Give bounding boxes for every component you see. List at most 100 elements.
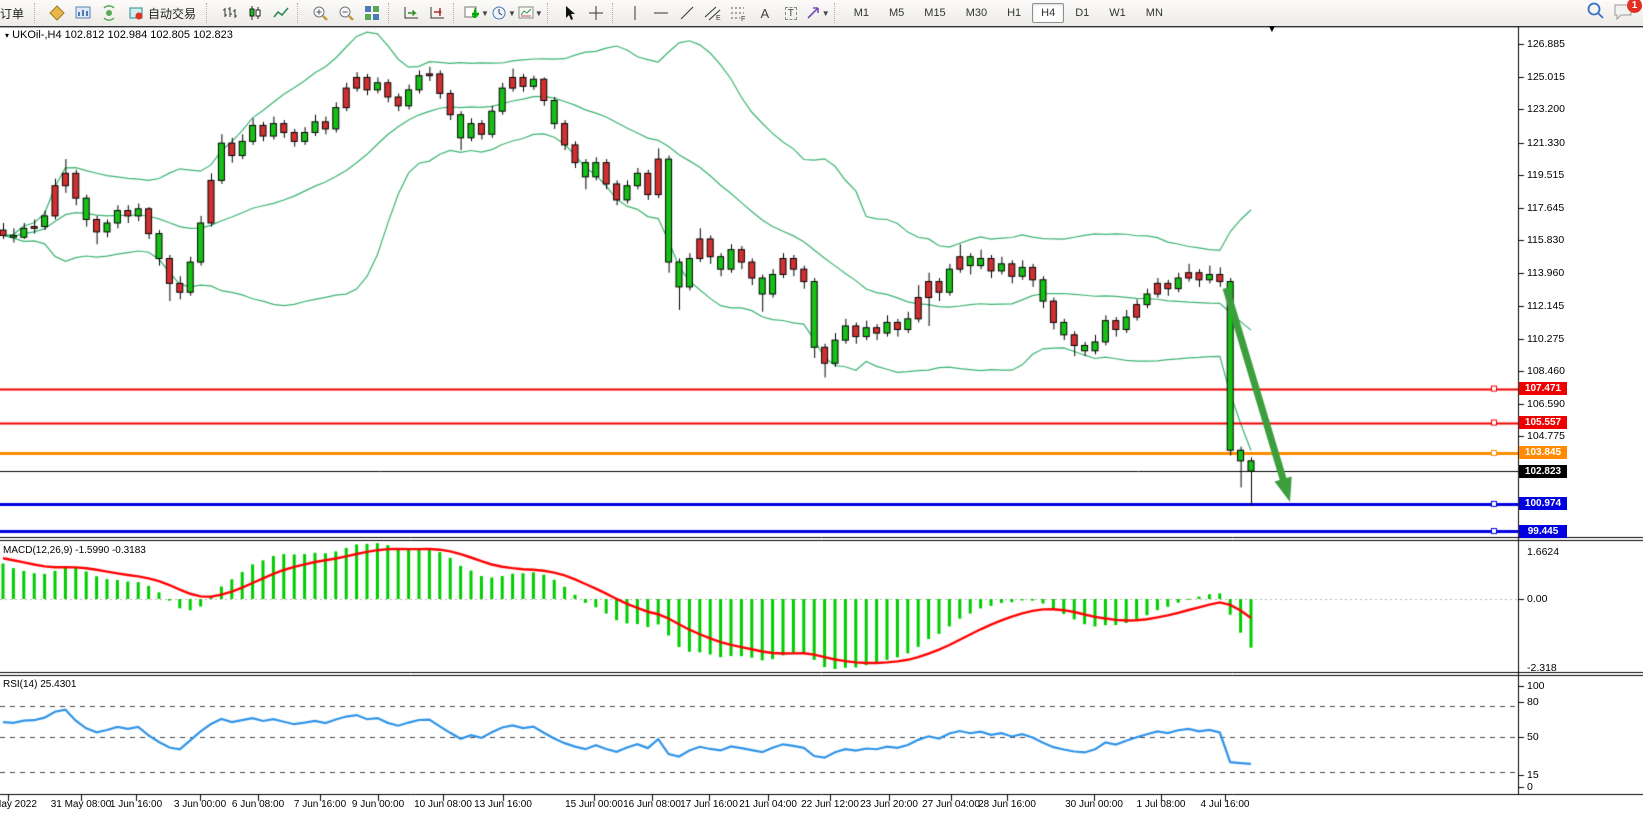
toolbar-separator — [206, 3, 213, 23]
text-icon[interactable]: A — [753, 2, 777, 24]
price-axis-tick: 112.145 — [1527, 300, 1564, 312]
time-axis-label: 22 Jun 12:00 — [801, 799, 859, 810]
auto-scroll-icon[interactable] — [399, 2, 423, 24]
price-axis-tick: 117.645 — [1527, 202, 1564, 214]
arrows-tool-icon[interactable]: ▼ — [805, 2, 830, 24]
chevron-down-icon: ▼ — [508, 9, 516, 18]
price-axis-tick: 104.775 — [1527, 430, 1565, 442]
chevron-down-icon: ▼ — [535, 9, 543, 18]
time-axis-label: 10 Jun 08:00 — [414, 799, 472, 810]
price-axis-tick: 113.960 — [1527, 267, 1564, 279]
price-line-label[interactable]: 99.445 — [1519, 525, 1567, 538]
rsi-axis-tick: 80 — [1527, 696, 1539, 708]
price-line-label[interactable]: 103.845 — [1519, 446, 1567, 459]
main-toolbar: 订单 自动交易 — [0, 0, 1643, 26]
toolbar-separator — [34, 3, 41, 23]
timeframe-m1[interactable]: M1 — [845, 3, 878, 23]
autotrading-icon — [129, 6, 144, 21]
symbol-menu-arrow[interactable]: ▾ — [5, 31, 9, 40]
time-axis-label: 1 Jul 08:00 — [1137, 799, 1186, 810]
toolbar-separator — [834, 3, 841, 23]
price-axis-tick: 125.015 — [1527, 71, 1565, 83]
trendline-icon[interactable] — [675, 2, 699, 24]
time-axis-label: 7 Jun 16:00 — [294, 799, 346, 810]
time-axis-label: 27 May 2022 — [0, 799, 37, 810]
time-axis-label: 21 Jun 04:00 — [739, 799, 797, 810]
candlestick-chart-icon[interactable] — [243, 2, 267, 24]
zoom-in-icon[interactable] — [308, 2, 332, 24]
toolbar-separator — [547, 3, 554, 23]
rsi-axis-tick: 100 — [1527, 680, 1545, 692]
equidistant-channel-icon[interactable]: E — [701, 2, 725, 24]
time-axis-label: 1 Jun 16:00 — [110, 799, 162, 810]
time-axis-label: 30 Jun 00:00 — [1065, 799, 1123, 810]
autotrading-button[interactable]: 自动交易 — [123, 0, 202, 26]
macd-axis-tick: 1.6624 — [1527, 546, 1559, 558]
time-axis-label: 23 Jun 20:00 — [860, 799, 918, 810]
toolbar-separator — [453, 3, 460, 23]
price-axis-tick: 110.275 — [1527, 333, 1564, 345]
price-line-label[interactable]: 105.557 — [1519, 416, 1567, 429]
price-line-label[interactable]: 102.823 — [1519, 465, 1567, 478]
bar-chart-icon[interactable] — [217, 2, 241, 24]
price-axis-tick: 121.330 — [1527, 137, 1565, 149]
timeframe-m30[interactable]: M30 — [957, 3, 996, 23]
timeframe-d1[interactable]: D1 — [1066, 3, 1098, 23]
price-line-label[interactable]: 107.471 — [1519, 382, 1567, 395]
price-line-label[interactable]: 100.974 — [1519, 497, 1567, 510]
timeframe-m5[interactable]: M5 — [880, 3, 913, 23]
period-button[interactable]: ▼ — [491, 2, 516, 24]
template-button[interactable]: ▼ — [518, 2, 543, 24]
time-axis-label: 4 Jul 16:00 — [1201, 799, 1250, 810]
new-order-button[interactable]: 订单 — [0, 0, 30, 26]
chart-shift-icon[interactable] — [425, 2, 449, 24]
price-axis-tick: 123.200 — [1527, 103, 1565, 115]
price-axis-tick: 106.590 — [1527, 398, 1565, 410]
rsi-label: RSI(14) 25.4301 — [3, 679, 76, 690]
notification-badge: 1 — [1627, 0, 1642, 13]
search-icon[interactable] — [1586, 1, 1605, 25]
price-axis-tick: 126.885 — [1527, 38, 1565, 50]
timeframe-w1[interactable]: W1 — [1100, 3, 1135, 23]
fibonacci-icon[interactable]: F — [727, 2, 751, 24]
timeframe-h4[interactable]: H4 — [1032, 3, 1064, 23]
line-chart-icon[interactable] — [269, 2, 293, 24]
timeframe-mn[interactable]: MN — [1137, 3, 1172, 23]
macd-axis-tick: -2.318 — [1527, 662, 1557, 674]
zoom-out-icon[interactable] — [334, 2, 358, 24]
new-chart-button[interactable]: ▼ — [464, 2, 489, 24]
time-axis-label: 31 May 08:00 — [51, 799, 112, 810]
time-axis-label: 9 Jun 00:00 — [352, 799, 404, 810]
market-watch-icon[interactable] — [45, 2, 69, 24]
time-axis-label: 6 Jun 08:00 — [232, 799, 284, 810]
horizontal-line-icon[interactable] — [649, 2, 673, 24]
chart-shift-marker[interactable]: ▼ — [1267, 25, 1277, 35]
timeframe-m15[interactable]: M15 — [915, 3, 954, 23]
toolbar-separator — [388, 3, 395, 23]
cursor-icon[interactable] — [558, 2, 582, 24]
navigator-icon[interactable] — [97, 2, 121, 24]
tile-windows-icon[interactable] — [360, 2, 384, 24]
macd-label: MACD(12,26,9) -1.5990 -0.3183 — [3, 545, 146, 556]
svg-text:E: E — [716, 15, 721, 21]
timeframe-h1[interactable]: H1 — [998, 3, 1030, 23]
time-axis-label: 15 Jun 00:00 — [565, 799, 623, 810]
chevron-down-icon: ▼ — [481, 9, 489, 18]
chart-canvas[interactable] — [0, 0, 1643, 814]
rsi-axis-tick: 50 — [1527, 731, 1539, 743]
toolbar-separator — [297, 3, 304, 23]
crosshair-icon[interactable] — [584, 2, 608, 24]
price-axis-tick: 115.830 — [1527, 234, 1564, 246]
vertical-line-icon[interactable] — [623, 2, 647, 24]
timeframe-bar: M1M5M15M30H1H4D1W1MN — [844, 3, 1173, 23]
price-axis-tick: 108.460 — [1527, 365, 1565, 377]
mt4-window: 订单 自动交易 — [0, 0, 1643, 814]
price-axis-tick: 119.515 — [1527, 169, 1564, 181]
symbol-ohlc-text: UKOil-,H4 102.812 102.984 102.805 102.82… — [12, 29, 233, 41]
time-axis-label: 13 Jun 16:00 — [474, 799, 532, 810]
text-label-icon[interactable]: T — [779, 2, 803, 24]
chevron-down-icon: ▼ — [822, 9, 830, 18]
notifications-button[interactable]: 1 — [1613, 2, 1635, 25]
data-window-icon[interactable] — [71, 2, 95, 24]
autotrading-label: 自动交易 — [148, 5, 196, 22]
